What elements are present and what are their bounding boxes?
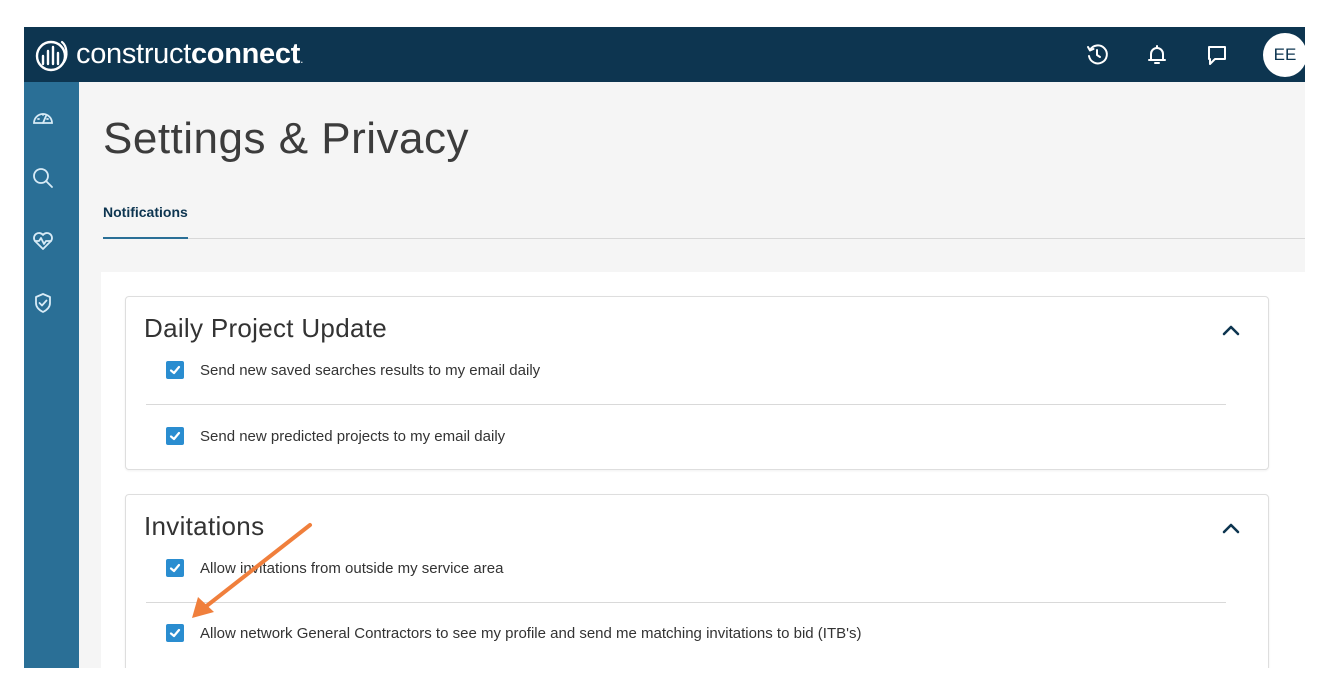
top-header: constructconnect. EE (24, 27, 1305, 82)
chevron-up-icon[interactable] (1220, 517, 1242, 539)
settings-panel: Daily Project Update Send new saved sear… (101, 272, 1305, 668)
logo-icon (35, 40, 68, 71)
checkbox-checked[interactable] (166, 559, 184, 577)
chevron-up-icon[interactable] (1220, 319, 1242, 341)
page-title: Settings & Privacy (103, 114, 470, 163)
tab-notifications[interactable]: Notifications (103, 202, 188, 239)
shield-check-icon[interactable] (29, 289, 57, 317)
option-invitations-outside-area[interactable]: Allow invitations from outside my servic… (166, 556, 503, 580)
dashboard-icon[interactable] (29, 104, 57, 132)
main-content: Settings & Privacy Notifications Daily P… (79, 82, 1305, 668)
brand-name-light: construct (76, 38, 191, 70)
left-sidebar (24, 82, 79, 668)
brand-logo[interactable]: constructconnect. (32, 27, 303, 82)
brand-name-bold: connect (190, 38, 301, 70)
option-label: Allow invitations from outside my servic… (200, 559, 504, 577)
brand-name-dot: . (300, 52, 304, 66)
option-network-gc-itb[interactable]: Allow network General Contractors to see… (166, 621, 862, 645)
option-label: Allow network General Contractors to see… (200, 624, 862, 642)
divider (146, 404, 1226, 405)
section-title: Daily Project Update (144, 313, 387, 343)
bell-icon[interactable] (1143, 41, 1171, 69)
app-window: constructconnect. EE Settings & Privacy … (24, 27, 1305, 668)
chat-icon[interactable] (1203, 41, 1231, 69)
section-invitations: Invitations Allow invitations from outsi… (125, 494, 1269, 668)
option-predicted-projects-daily[interactable]: Send new predicted projects to my email … (166, 424, 505, 448)
header-actions: EE (1083, 27, 1305, 82)
brand-name: constructconnect. (76, 38, 303, 71)
section-title: Invitations (144, 511, 265, 541)
option-saved-searches-daily[interactable]: Send new saved searches results to my em… (166, 358, 540, 382)
heart-pulse-icon[interactable] (29, 227, 57, 255)
checkbox-checked[interactable] (166, 624, 184, 642)
settings-tabs: Notifications (103, 202, 1305, 239)
section-daily-project-update: Daily Project Update Send new saved sear… (125, 296, 1269, 470)
user-avatar[interactable]: EE (1263, 32, 1305, 77)
checkbox-checked[interactable] (166, 361, 184, 379)
divider (146, 602, 1226, 603)
checkbox-checked[interactable] (166, 427, 184, 445)
option-label: Send new predicted projects to my email … (200, 427, 506, 445)
search-icon[interactable] (29, 164, 57, 192)
option-label: Send new saved searches results to my em… (200, 361, 541, 379)
history-icon[interactable] (1083, 41, 1111, 69)
